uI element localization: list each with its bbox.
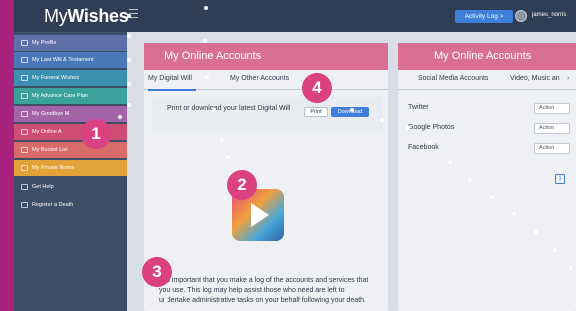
active-tab-indicator xyxy=(148,89,196,91)
tab-bar: My Digital Will My Other Accounts xyxy=(144,70,388,91)
tab-digital-will[interactable]: My Digital Will xyxy=(148,75,192,82)
guide-dot xyxy=(490,195,494,199)
app-window: MyWishes Activity Log > james_norris My … xyxy=(14,0,576,311)
sidebar-item-profile[interactable]: My Profile xyxy=(14,35,127,51)
step-badge-2: 2 xyxy=(227,170,257,200)
username[interactable]: james_norris xyxy=(532,12,566,18)
account-name: Facebook xyxy=(408,144,439,151)
guide-dot xyxy=(512,212,516,216)
sidebar-item-will[interactable]: My Last Will & Testament xyxy=(14,52,127,68)
care-icon xyxy=(21,93,28,99)
guide-dot xyxy=(406,126,410,130)
guide-dot xyxy=(553,248,557,252)
guide-dot xyxy=(534,230,538,234)
guide-dot xyxy=(205,75,209,79)
account-name: Twitter xyxy=(408,104,429,111)
digital-will-card: My Online Accounts My Digital Will My Ot… xyxy=(144,43,388,311)
card-title: My Online Accounts xyxy=(144,43,388,70)
play-icon[interactable] xyxy=(251,203,269,227)
action-dropdown[interactable]: Action xyxy=(534,123,570,134)
sidebar-item-get-help[interactable]: Get Help xyxy=(14,179,127,195)
guide-dot xyxy=(204,6,208,10)
laptop-icon xyxy=(21,129,28,135)
bucket-icon xyxy=(21,147,28,153)
guide-dot xyxy=(203,39,207,43)
accounts-card: My Online Accounts Social Media Accounts… xyxy=(398,43,576,311)
guide-dot xyxy=(428,140,432,144)
register-icon xyxy=(21,202,28,208)
notes-icon xyxy=(21,165,28,171)
account-row: Google Photos Action xyxy=(408,123,570,135)
guide-dot xyxy=(350,108,354,112)
guide-dot xyxy=(468,178,472,182)
guide-dot xyxy=(127,14,131,18)
sidebar-item-funeral[interactable]: My Funeral Wishes xyxy=(14,70,127,86)
account-row: Facebook Action xyxy=(408,143,570,155)
guide-dot xyxy=(212,108,216,112)
guide-dot xyxy=(127,34,131,38)
guide-dot xyxy=(220,138,224,142)
guide-dot xyxy=(164,298,168,302)
download-panel: Print or download your latest Digital Wi… xyxy=(152,97,382,131)
guide-dot xyxy=(127,58,131,62)
chevron-right-icon[interactable]: › xyxy=(567,75,569,82)
guide-dot xyxy=(380,118,384,122)
step-badge-4: 4 xyxy=(302,73,332,103)
card-title: My Online Accounts xyxy=(398,43,576,70)
guide-dot xyxy=(118,115,122,119)
description-text: It is important that you make a log of t… xyxy=(159,277,369,304)
step-badge-3: 3 xyxy=(142,257,172,287)
sidebar: My Profile My Last Will & Testament My F… xyxy=(14,32,127,311)
message-icon xyxy=(21,111,28,117)
activity-log-button[interactable]: Activity Log > xyxy=(455,10,513,23)
guide-dot xyxy=(127,82,131,86)
step-badge-1: 1 xyxy=(81,119,111,149)
funeral-icon xyxy=(21,75,28,81)
profile-icon xyxy=(21,40,28,46)
sidebar-item-care-plan[interactable]: My Advance Care Plan xyxy=(14,88,127,104)
download-instructions: Print or download your latest Digital Wi… xyxy=(167,105,291,112)
document-icon xyxy=(21,57,28,63)
tab-bar: Social Media Accounts Video, Music an › xyxy=(398,70,576,90)
tab-social-media[interactable]: Social Media Accounts xyxy=(418,75,488,82)
sidebar-item-bucket-list[interactable]: My Bucket List xyxy=(14,142,127,158)
account-name: Google Photos xyxy=(408,124,455,131)
guide-dot xyxy=(569,266,573,270)
guide-dot xyxy=(448,160,452,164)
sidebar-item-goodbye[interactable]: My Goodbye M xyxy=(14,106,127,122)
account-row: Twitter Action xyxy=(408,103,570,115)
guide-dot xyxy=(127,103,131,107)
action-dropdown[interactable]: Action xyxy=(534,143,570,154)
action-dropdown[interactable]: Action xyxy=(534,103,570,114)
pagination-page[interactable]: 1 xyxy=(555,174,565,184)
avatar[interactable] xyxy=(515,10,527,22)
logo[interactable]: MyWishes xyxy=(44,6,129,27)
guide-dot xyxy=(226,155,230,159)
print-button[interactable]: Print xyxy=(304,107,328,117)
sidebar-item-private-notes[interactable]: My Private Notes xyxy=(14,160,127,176)
sidebar-item-register-death[interactable]: Register a Death xyxy=(14,197,127,213)
top-bar: MyWishes Activity Log > james_norris xyxy=(14,0,576,32)
help-icon xyxy=(21,184,28,190)
tab-video-music[interactable]: Video, Music an xyxy=(510,75,560,82)
tab-other-accounts[interactable]: My Other Accounts xyxy=(230,75,289,82)
